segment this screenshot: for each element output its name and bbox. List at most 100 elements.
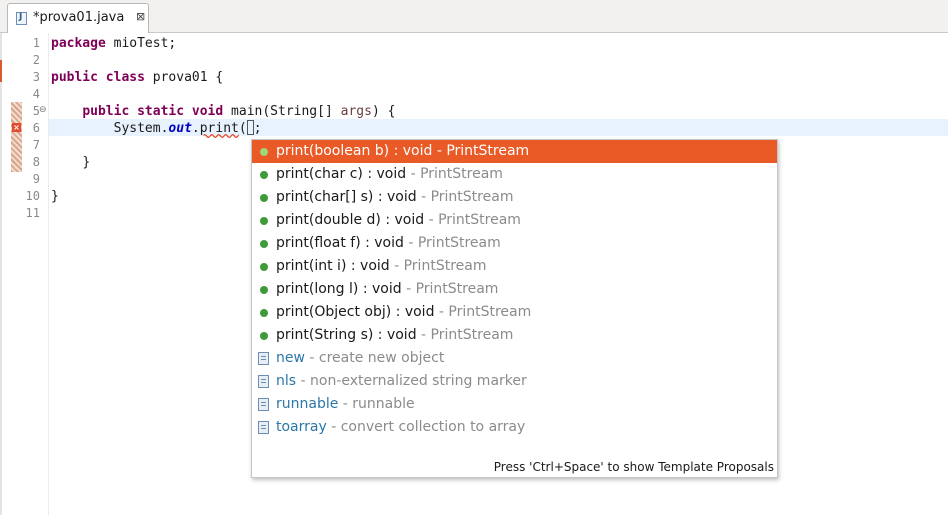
line-number: 1: [32, 36, 40, 50]
editor-tab-bar: *prova01.java ⊠: [0, 0, 948, 33]
gutter-divider: [48, 33, 49, 515]
public-method-icon: [260, 148, 268, 156]
public-method-icon: [260, 240, 268, 248]
java-file-icon: [16, 12, 27, 25]
proposal-item[interactable]: print(int i) : void - PrintStream: [252, 255, 777, 278]
proposal-item[interactable]: print(char c) : void - PrintStream: [252, 163, 777, 186]
proposal-signature: print(char c) : void: [276, 166, 407, 182]
template-proposal-item[interactable]: nls - non-externalized string marker: [252, 370, 777, 393]
code-text: (: [238, 121, 247, 136]
method-call: print: [199, 121, 239, 136]
static-field: out: [168, 121, 192, 136]
proposal-label: print(String s) : void - PrintStream: [276, 324, 513, 347]
code-text: }: [82, 155, 91, 170]
template-description: - runnable: [338, 396, 415, 412]
code-text: System.: [113, 121, 169, 136]
template-description: - non-externalized string marker: [296, 373, 527, 389]
line-number: 5: [32, 104, 40, 118]
code-line-8: }: [51, 154, 90, 171]
code-line-10: }: [51, 188, 59, 205]
proposal-label: print(float f) : void - PrintStream: [276, 232, 501, 255]
proposal-qualifier: - PrintStream: [401, 281, 499, 297]
template-icon: [258, 352, 269, 365]
proposal-item[interactable]: print(String s) : void - PrintStream: [252, 324, 777, 347]
template-proposal-item[interactable]: toarray - convert collection to array: [252, 416, 777, 439]
line-number: 6: [32, 121, 40, 135]
keyword: void: [191, 104, 224, 119]
line-number: 10: [25, 189, 40, 203]
proposal-qualifier: - PrintStream: [424, 212, 521, 228]
proposal-item[interactable]: print(float f) : void - PrintStream: [252, 232, 777, 255]
public-method-icon: [260, 263, 268, 271]
proposal-item[interactable]: print(char[] s) : void - PrintStream: [252, 186, 777, 209]
keyword: class: [105, 70, 145, 85]
proposal-signature: print(Object obj) : void: [276, 304, 435, 320]
proposal-signature: print(int i) : void: [276, 258, 390, 274]
tab-prova01-java[interactable]: *prova01.java ⊠: [7, 3, 149, 33]
text-caret: [246, 120, 254, 135]
public-method-icon: [260, 286, 268, 294]
line-number: 2: [32, 53, 40, 67]
keyword: public: [82, 104, 130, 119]
line-number: 3: [32, 70, 40, 84]
code-text: main(String[]: [223, 104, 341, 119]
line-number: 4: [32, 87, 40, 101]
code-line-5: public static void main(String[] args) {: [51, 103, 395, 120]
content-assist-popup: print(boolean b) : void - PrintStream pr…: [251, 139, 778, 478]
proposal-signature: print(long l) : void: [276, 281, 402, 297]
template-label: runnable - runnable: [276, 393, 415, 416]
left-marker: [0, 60, 2, 82]
line-number: 11: [25, 206, 40, 220]
code-text: mioTest;: [105, 36, 177, 51]
proposal-item[interactable]: print(Object obj) : void - PrintStream: [252, 301, 777, 324]
proposal-qualifier: - PrintStream: [416, 189, 514, 205]
template-label: nls - non-externalized string marker: [276, 370, 527, 393]
proposal-qualifier: - PrintStream: [389, 258, 487, 274]
line-number: 8: [32, 155, 40, 169]
public-method-icon: [260, 309, 268, 317]
left-border: [0, 33, 2, 515]
proposal-signature: print(boolean b) : void: [276, 143, 433, 159]
template-icon: [258, 375, 269, 388]
proposal-label: print(char[] s) : void - PrintStream: [276, 186, 513, 209]
close-icon[interactable]: ⊠: [136, 10, 145, 23]
public-method-icon: [260, 171, 268, 179]
code-text: prova01 {: [144, 70, 224, 85]
parameter-name: args: [340, 104, 372, 119]
status-hint[interactable]: Press 'Ctrl+Space' to show Template Prop…: [494, 460, 774, 474]
template-name: new: [276, 350, 305, 366]
proposal-signature: print(float f) : void: [276, 235, 404, 251]
proposal-label: print(boolean b) : void - PrintStream: [276, 140, 529, 163]
code-line-1: package mioTest;: [51, 35, 176, 52]
keyword: public: [51, 70, 98, 85]
template-name: runnable: [276, 396, 339, 412]
error-range-marker: [11, 102, 22, 172]
template-proposal-item[interactable]: runnable - runnable: [252, 393, 777, 416]
proposal-qualifier: - PrintStream: [403, 235, 501, 251]
line-number: 9: [32, 172, 40, 186]
public-method-icon: [260, 332, 268, 340]
template-proposal-item[interactable]: new - create new object: [252, 347, 777, 370]
proposal-signature: print(char[] s) : void: [276, 189, 417, 205]
proposal-item[interactable]: print(boolean b) : void - PrintStream: [252, 140, 777, 163]
template-name: toarray: [276, 419, 327, 435]
proposal-signature: print(String s) : void: [276, 327, 417, 343]
fold-collapse-icon[interactable]: ⊖: [39, 105, 47, 115]
template-label: new - create new object: [276, 347, 444, 370]
proposal-item[interactable]: print(long l) : void - PrintStream: [252, 278, 777, 301]
code-text: ) {: [371, 104, 396, 119]
proposal-label: print(char c) : void - PrintStream: [276, 163, 503, 186]
error-icon[interactable]: ×: [12, 123, 21, 132]
proposal-item[interactable]: print(double d) : void - PrintStream: [252, 209, 777, 232]
proposal-label: print(int i) : void - PrintStream: [276, 255, 486, 278]
template-label: toarray - convert collection to array: [276, 416, 525, 439]
public-method-icon: [260, 194, 268, 202]
code-line-6: System.out.print(;: [51, 120, 262, 137]
code-text: ;: [253, 121, 262, 136]
keyword: static: [137, 104, 185, 119]
tab-title: *prova01.java: [33, 10, 125, 25]
proposal-qualifier: - PrintStream: [406, 166, 503, 182]
proposal-qualifier: - PrintStream: [416, 327, 514, 343]
template-description: - convert collection to array: [326, 419, 526, 435]
proposal-qualifier: - PrintStream: [432, 143, 530, 159]
